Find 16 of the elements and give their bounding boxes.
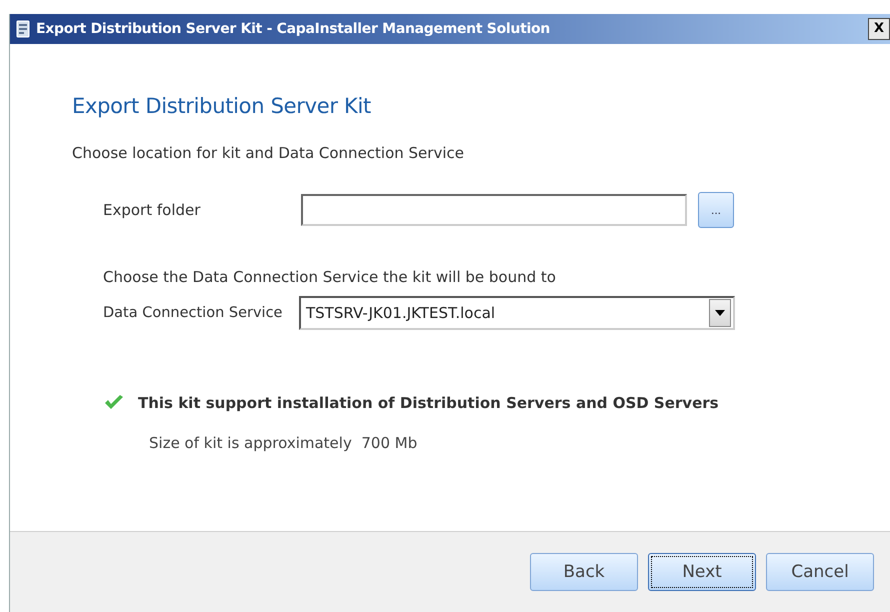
size-text: Size of kit is approximately 700 Mb bbox=[149, 434, 418, 452]
service-dropdown[interactable]: TSTSRV-JK01.JKTEST.local bbox=[299, 296, 735, 330]
subtitle: Choose location for kit and Data Connection Service bbox=[72, 144, 465, 162]
close-button[interactable]: X bbox=[868, 18, 890, 40]
field-label: Data Connection Service bbox=[103, 305, 284, 321]
window-title: Export Distribution Server Kit - CapaInstaller Management Solution bbox=[36, 21, 551, 37]
field-label: Export folder bbox=[103, 201, 202, 219]
dialog-button[interactable]: Cancel bbox=[766, 553, 874, 591]
export-folder-field[interactable] bbox=[301, 194, 687, 226]
browse-button[interactable]: ... bbox=[698, 192, 734, 228]
dialog-button[interactable]: Next bbox=[648, 553, 756, 591]
dialog-button[interactable]: Back bbox=[530, 553, 638, 591]
status-message: This kit support installation of Distribution Servers and OSD Servers bbox=[138, 394, 719, 412]
prompt-text: Choose the Data Connection Service the kit will be bound to bbox=[103, 268, 557, 286]
app-icon bbox=[16, 20, 30, 38]
page-heading: Export Distribution Server Kit bbox=[72, 94, 372, 118]
